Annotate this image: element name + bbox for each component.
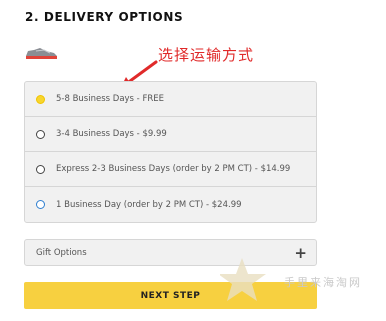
delivery-option-3-4-days[interactable]: 3-4 Business Days - $9.99: [25, 117, 316, 152]
delivery-option-label: 1 Business Day (order by 2 PM CT) - $24.…: [56, 199, 242, 210]
radio-unselected[interactable]: [36, 200, 45, 209]
delivery-option-label: 5-8 Business Days - FREE: [56, 94, 164, 104]
delivery-option-5-8-days[interactable]: 5-8 Business Days - FREE: [25, 82, 316, 117]
gift-options-label: Gift Options: [36, 247, 87, 258]
shoe-thumbnail: [26, 48, 57, 59]
delivery-option-express[interactable]: Express 2-3 Business Days (order by 2 PM…: [25, 152, 316, 187]
plus-icon[interactable]: +: [294, 244, 307, 262]
radio-unselected[interactable]: [36, 129, 45, 139]
section-title: 2. DELIVERY OPTIONS: [25, 10, 184, 24]
radio-unselected[interactable]: [36, 164, 45, 174]
delivery-option-label: Express 2-3 Business Days (order by 2 PM…: [56, 164, 291, 174]
radio-selected[interactable]: [36, 94, 45, 104]
gift-options-toggle[interactable]: Gift Options +: [24, 239, 317, 266]
delivery-options-list: 5-8 Business Days - FREE 3-4 Business Da…: [24, 81, 317, 223]
delivery-option-1-day[interactable]: 1 Business Day (order by 2 PM CT) - $24.…: [25, 187, 316, 222]
watermark-text: 手里来海淘网: [284, 276, 362, 289]
next-step-button[interactable]: NEXT STEP: [24, 282, 317, 309]
delivery-option-label: 3-4 Business Days - $9.99: [56, 129, 167, 139]
